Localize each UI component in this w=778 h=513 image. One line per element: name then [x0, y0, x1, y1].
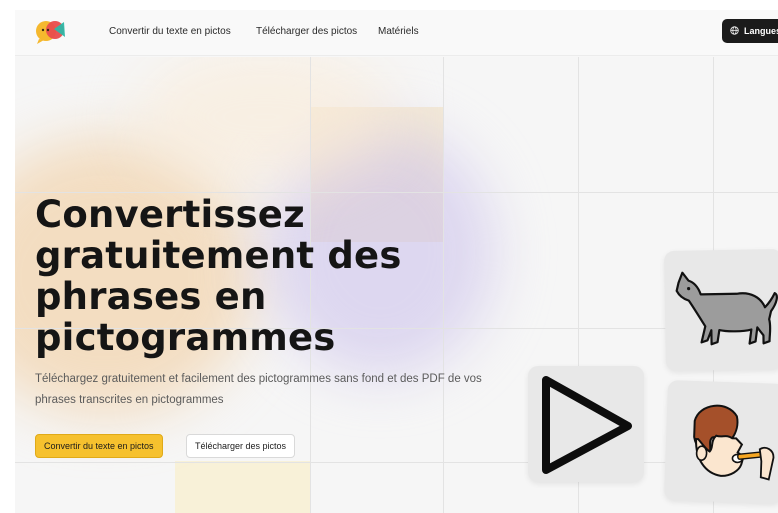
- grid-line: [15, 462, 778, 463]
- nav-link-download-pictos[interactable]: Télécharger des pictos: [256, 26, 357, 37]
- download-pictos-button[interactable]: Télécharger des pictos: [186, 434, 296, 458]
- language-button-label: Langues: [744, 26, 778, 36]
- bg-cell: [175, 461, 310, 513]
- cat-pictogram-icon: [675, 271, 778, 346]
- brushing-teeth-pictogram-card: [663, 379, 778, 505]
- hero-title-line: gratuitement des: [35, 234, 402, 277]
- hero-title: Convertissez gratuitement des phrases en…: [35, 194, 455, 358]
- hero-section: Convertissez gratuitement des phrases en…: [15, 57, 778, 513]
- globe-icon: [730, 25, 739, 37]
- brushing-teeth-pictogram-icon: [693, 404, 775, 481]
- play-pictogram-card: [528, 366, 644, 482]
- hero-subtitle: Téléchargez gratuitement et facilement d…: [35, 373, 482, 406]
- hero-title-line: pictogrammes: [35, 316, 336, 359]
- top-navigation-bar: Convertir du texte en pictos Télécharger…: [15, 10, 778, 56]
- hero-title-line: phrases en: [35, 275, 267, 318]
- nav-link-convert-text[interactable]: Convertir du texte en pictos: [109, 26, 231, 37]
- hero-title-line: Convertissez: [35, 193, 305, 236]
- cat-pictogram-card: [663, 248, 778, 372]
- language-button[interactable]: Langues: [722, 19, 778, 43]
- play-triangle-icon: [542, 376, 632, 474]
- logo-icon[interactable]: [34, 19, 68, 45]
- app-frame: Convertir du texte en pictos Télécharger…: [15, 10, 778, 513]
- nav-link-materials[interactable]: Matériels: [378, 26, 419, 37]
- convert-text-button[interactable]: Convertir du texte en pictos: [35, 434, 163, 458]
